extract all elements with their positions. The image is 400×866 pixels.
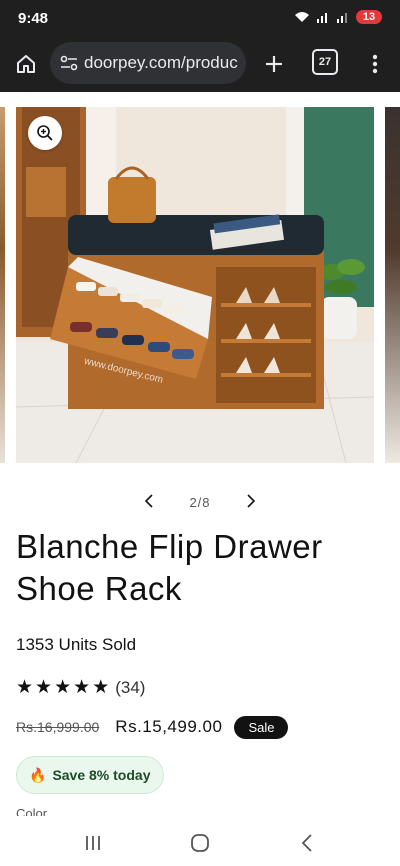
star-icon: ★ — [16, 677, 34, 698]
product-title-line-2: Shoe Rack — [16, 570, 182, 607]
zoom-button[interactable] — [28, 116, 62, 150]
watermark: www.doorpey.com — [82, 357, 164, 386]
next-image-peek[interactable] — [385, 107, 400, 463]
home-nav-button[interactable] — [180, 828, 220, 858]
savings-text: Save 8% today — [52, 767, 151, 783]
product-gallery[interactable]: www.doorpey.com — [0, 105, 400, 465]
fire-icon: 🔥 — [29, 766, 47, 783]
chevron-right-icon — [246, 493, 255, 508]
recents-icon — [86, 836, 101, 850]
product-title: Blanche Flip Drawer Shoe Rack — [16, 526, 386, 610]
slide-counter: 2/8 — [189, 494, 211, 510]
home-circle-icon — [191, 834, 209, 852]
site-settings-icon[interactable] — [60, 55, 78, 71]
color-option-label: Color — [16, 806, 48, 816]
new-tab-button[interactable] — [258, 48, 290, 80]
next-slide-button[interactable] — [239, 492, 263, 513]
url-text: doorpey.com/produc — [84, 53, 238, 72]
star-icon: ★ — [92, 677, 110, 698]
browser-toolbar: doorpey.com/produc 27 — [0, 36, 400, 92]
star-icon: ★ — [73, 677, 91, 698]
signal-icon — [317, 13, 327, 23]
system-nav-bar — [0, 820, 400, 866]
status-bar: 9:48 13 — [0, 0, 400, 36]
previous-image-peek[interactable] — [0, 107, 5, 463]
star-rating: ★ ★ ★ ★ ★ — [16, 677, 109, 699]
home-button[interactable] — [10, 48, 42, 80]
status-time: 9:48 — [18, 10, 49, 27]
gallery-pager: 2/8 — [0, 490, 400, 514]
back-button[interactable] — [287, 828, 327, 858]
wifi-icon — [295, 12, 309, 22]
shoe-rack-photo — [16, 107, 374, 463]
price-row: Rs.16,999.00 Rs.15,499.00 Sale — [16, 714, 289, 740]
product-image[interactable]: www.doorpey.com — [16, 107, 374, 463]
home-icon — [17, 55, 35, 73]
signal-icon-2 — [337, 13, 347, 23]
old-price: Rs.16,999.00 — [16, 719, 100, 735]
review-count[interactable]: (34) — [115, 678, 145, 698]
units-sold: 1353 Units Sold — [16, 635, 137, 654]
zoom-in-icon — [37, 125, 53, 141]
chevron-left-icon — [145, 493, 154, 508]
star-icon: ★ — [35, 677, 53, 698]
status-icons: 13 — [294, 10, 382, 24]
url-bar[interactable]: doorpey.com/produc — [50, 42, 246, 84]
watermark-text: www.doorpey.com — [82, 357, 164, 386]
savings-chip: 🔥 Save 8% today — [16, 756, 164, 794]
browser-menu-button[interactable] — [360, 48, 390, 80]
plus-icon — [266, 56, 282, 72]
tab-switcher-button[interactable]: 27 — [312, 49, 338, 75]
product-title-line-1: Blanche Flip Drawer — [16, 528, 323, 565]
back-icon — [301, 834, 312, 852]
sale-price: Rs.15,499.00 — [115, 717, 223, 736]
star-icon: ★ — [54, 677, 72, 698]
more-vert-icon — [372, 54, 378, 74]
battery-indicator: 13 — [356, 10, 382, 24]
recents-button[interactable] — [73, 828, 113, 858]
previous-slide-button[interactable] — [137, 492, 161, 513]
rating-row[interactable]: ★ ★ ★ ★ ★ (34) — [16, 677, 145, 699]
sale-badge: Sale — [234, 715, 289, 739]
